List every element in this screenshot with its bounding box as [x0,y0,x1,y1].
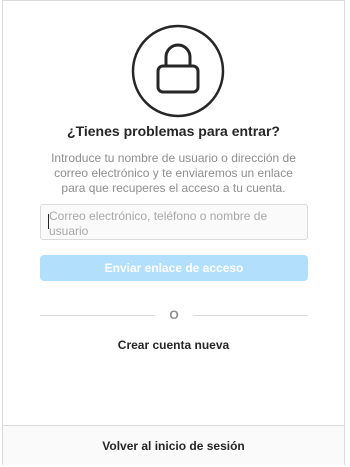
lock-icon [131,24,225,118]
back-to-login-button[interactable]: Volver al inicio de sesión [3,425,344,465]
divider-line-right [193,315,308,316]
identifier-input[interactable] [41,205,307,239]
instructions-text: Introduce tu nombre de usuario o direcci… [51,151,296,195]
back-to-login-label: Volver al inicio de sesión [102,438,245,453]
identifier-field-wrapper [40,204,308,240]
page-title: ¿Tienes problemas para entrar? [67,123,280,139]
send-login-link-button[interactable]: Enviar enlace de acceso [40,255,308,281]
create-account-link[interactable]: Crear cuenta nueva [3,338,344,352]
password-reset-card: ¿Tienes problemas para entrar? Introduce… [2,0,345,465]
text-caret [48,214,49,229]
or-divider: O [40,307,308,323]
